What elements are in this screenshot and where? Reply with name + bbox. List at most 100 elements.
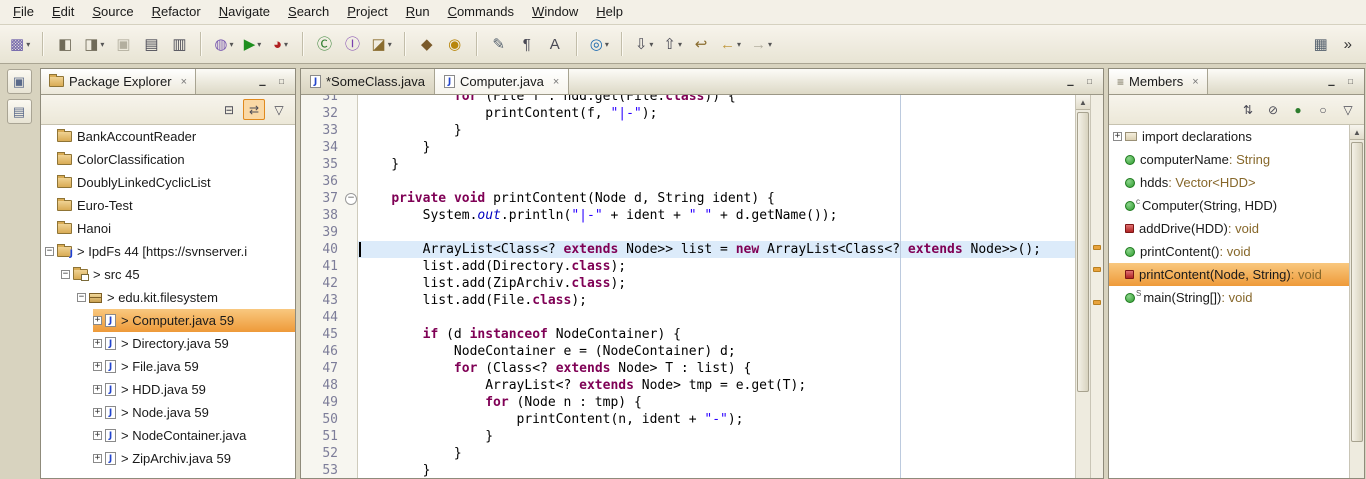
code-text[interactable]: printContent(f, "|-");: [358, 105, 1075, 122]
member-item[interactable]: addDrive(HDD) : void: [1109, 217, 1349, 240]
editor-tab[interactable]: Computer.java×: [435, 69, 569, 94]
new-java-element-button[interactable]: ◨▾: [80, 31, 108, 57]
tree-item[interactable]: +> Node.java 59: [41, 401, 295, 424]
code-text[interactable]: for (Node n : tmp) {: [358, 394, 1075, 411]
code-text[interactable]: }: [358, 445, 1075, 462]
next-annotation-button[interactable]: ⇩▾: [631, 31, 658, 57]
code-text[interactable]: [358, 173, 1075, 190]
tree-item[interactable]: Euro-Test: [41, 194, 295, 217]
show-whitespace-button[interactable]: ¶: [514, 31, 540, 57]
code-text[interactable]: }: [358, 428, 1075, 445]
view-menu-button[interactable]: ▽: [1337, 99, 1359, 120]
expand-icon[interactable]: +: [93, 316, 102, 325]
new-interface-button[interactable]: Ⓘ: [340, 31, 366, 57]
menu-item-window[interactable]: Window: [523, 0, 587, 24]
tree-item[interactable]: +> Computer.java 59: [41, 309, 295, 332]
member-item[interactable]: hdds : Vector<HDD>: [1109, 171, 1349, 194]
menu-item-help[interactable]: Help: [587, 0, 632, 24]
code-text[interactable]: for (Class<? extends Node> T : list) {: [358, 360, 1075, 377]
tree-item[interactable]: +> HDD.java 59: [41, 378, 295, 401]
save-button[interactable]: ▣: [110, 31, 136, 57]
new-java-class-button[interactable]: Ⓒ: [312, 31, 338, 57]
hide-fields-button[interactable]: ●: [1287, 99, 1309, 120]
menu-item-source[interactable]: Source: [83, 0, 142, 24]
close-icon[interactable]: ×: [553, 76, 559, 88]
fold-collapse-icon[interactable]: [343, 190, 358, 207]
expand-icon[interactable]: +: [1113, 132, 1122, 141]
code-text[interactable]: list.add(ZipArchiv.class);: [358, 275, 1075, 292]
tree-item[interactable]: +> File.java 59: [41, 355, 295, 378]
open-web-browser-button[interactable]: ◎▾: [586, 31, 613, 57]
expand-icon[interactable]: +: [93, 408, 102, 417]
member-item[interactable]: printContent() : void: [1109, 240, 1349, 263]
tree-item[interactable]: Hanoi: [41, 217, 295, 240]
code-text[interactable]: [358, 309, 1075, 326]
menu-item-run[interactable]: Run: [397, 0, 439, 24]
menu-item-project[interactable]: Project: [338, 0, 396, 24]
members-vertical-scrollbar[interactable]: ▲: [1349, 125, 1364, 478]
editor-tab[interactable]: *SomeClass.java: [301, 69, 435, 94]
tree-item[interactable]: DoublyLinkedCyclicList: [41, 171, 295, 194]
occurrence-marker[interactable]: [1093, 267, 1101, 272]
link-with-editor-button[interactable]: ⇄: [243, 99, 265, 120]
collapse-all-button[interactable]: ⊟: [218, 99, 240, 120]
tree-item[interactable]: +> ZipArchiv.java 59: [41, 447, 295, 470]
member-item[interactable]: +import declarations: [1109, 125, 1349, 148]
member-item[interactable]: printContent(Node, String) : void: [1109, 263, 1349, 286]
collapse-icon[interactable]: −: [61, 270, 70, 279]
code-text[interactable]: if (d instanceof NodeContainer) {: [358, 326, 1075, 343]
member-item[interactable]: cComputer(String, HDD): [1109, 194, 1349, 217]
back-button[interactable]: ←▾: [716, 31, 745, 57]
tree-item[interactable]: −> src 45: [41, 263, 295, 286]
export-jar-button[interactable]: ◆: [414, 31, 440, 57]
collapse-icon[interactable]: −: [45, 247, 54, 256]
hide-static-button[interactable]: ⊘: [1262, 99, 1284, 120]
package-explorer-view-tab[interactable]: Package Explorer ×: [41, 69, 196, 94]
build-button[interactable]: ▥: [166, 31, 192, 57]
menu-item-refactor[interactable]: Refactor: [143, 0, 210, 24]
search-button[interactable]: ◉: [442, 31, 468, 57]
members-view-tab[interactable]: ≡ Members ×: [1109, 69, 1208, 94]
menu-item-search[interactable]: Search: [279, 0, 338, 24]
scroll-up-icon[interactable]: ▲: [1076, 95, 1090, 110]
code-text[interactable]: for (File f : hdd.get(File.class)) {: [358, 95, 1075, 105]
minimize-icon[interactable]: ▁: [1324, 75, 1339, 88]
expand-icon[interactable]: +: [93, 454, 102, 463]
menu-item-commands[interactable]: Commands: [439, 0, 523, 24]
tree-item[interactable]: −> edu.kit.filesystem: [41, 286, 295, 309]
code-text[interactable]: }: [358, 462, 1075, 478]
previous-annotation-button[interactable]: ⇧▾: [659, 31, 686, 57]
member-item[interactable]: computerName : String: [1109, 148, 1349, 171]
last-edit-location-button[interactable]: ↩: [688, 31, 714, 57]
expand-icon[interactable]: +: [93, 431, 102, 440]
code-text[interactable]: printContent(n, ident + "-");: [358, 411, 1075, 428]
open-java-element-button[interactable]: ◧: [52, 31, 78, 57]
menu-item-edit[interactable]: Edit: [43, 0, 83, 24]
code-text[interactable]: list.add(File.class);: [358, 292, 1075, 309]
code-text[interactable]: list.add(Directory.class);: [358, 258, 1075, 275]
overview-ruler[interactable]: [1090, 95, 1103, 478]
mark-occurrences-button[interactable]: ✎: [486, 31, 512, 57]
code-text[interactable]: NodeContainer e = (NodeContainer) d;: [358, 343, 1075, 360]
view-menu-button[interactable]: ▽: [268, 99, 290, 120]
occurrence-marker[interactable]: [1093, 245, 1101, 250]
collapse-icon[interactable]: −: [77, 293, 86, 302]
maximize-icon[interactable]: □: [1082, 75, 1097, 88]
code-text[interactable]: ArrayList<? extends Node> tmp = e.get(T)…: [358, 377, 1075, 394]
new-package-button[interactable]: ◪▾: [368, 31, 396, 57]
tree-item[interactable]: +> NodeContainer.java: [41, 424, 295, 447]
expand-icon[interactable]: +: [93, 385, 102, 394]
code-text[interactable]: ArrayList<Class<? extends Node>> list = …: [358, 241, 1075, 258]
code-text[interactable]: }: [358, 122, 1075, 139]
run-button[interactable]: ▶▾: [240, 31, 266, 57]
external-tools-button[interactable]: ◍▾: [210, 31, 237, 57]
toolbar-overflow-button[interactable]: »: [1336, 36, 1360, 53]
scroll-up-icon[interactable]: ▲: [1350, 125, 1364, 140]
new-wizard-button[interactable]: ▩▾: [6, 31, 34, 57]
tree-item[interactable]: +> Directory.java 59: [41, 332, 295, 355]
forward-button[interactable]: →▾: [747, 31, 776, 57]
hide-non-public-button[interactable]: ○: [1312, 99, 1334, 120]
code-text[interactable]: }: [358, 156, 1075, 173]
close-icon[interactable]: ×: [1192, 76, 1198, 88]
code-text[interactable]: private void printContent(Node d, String…: [358, 190, 1075, 207]
